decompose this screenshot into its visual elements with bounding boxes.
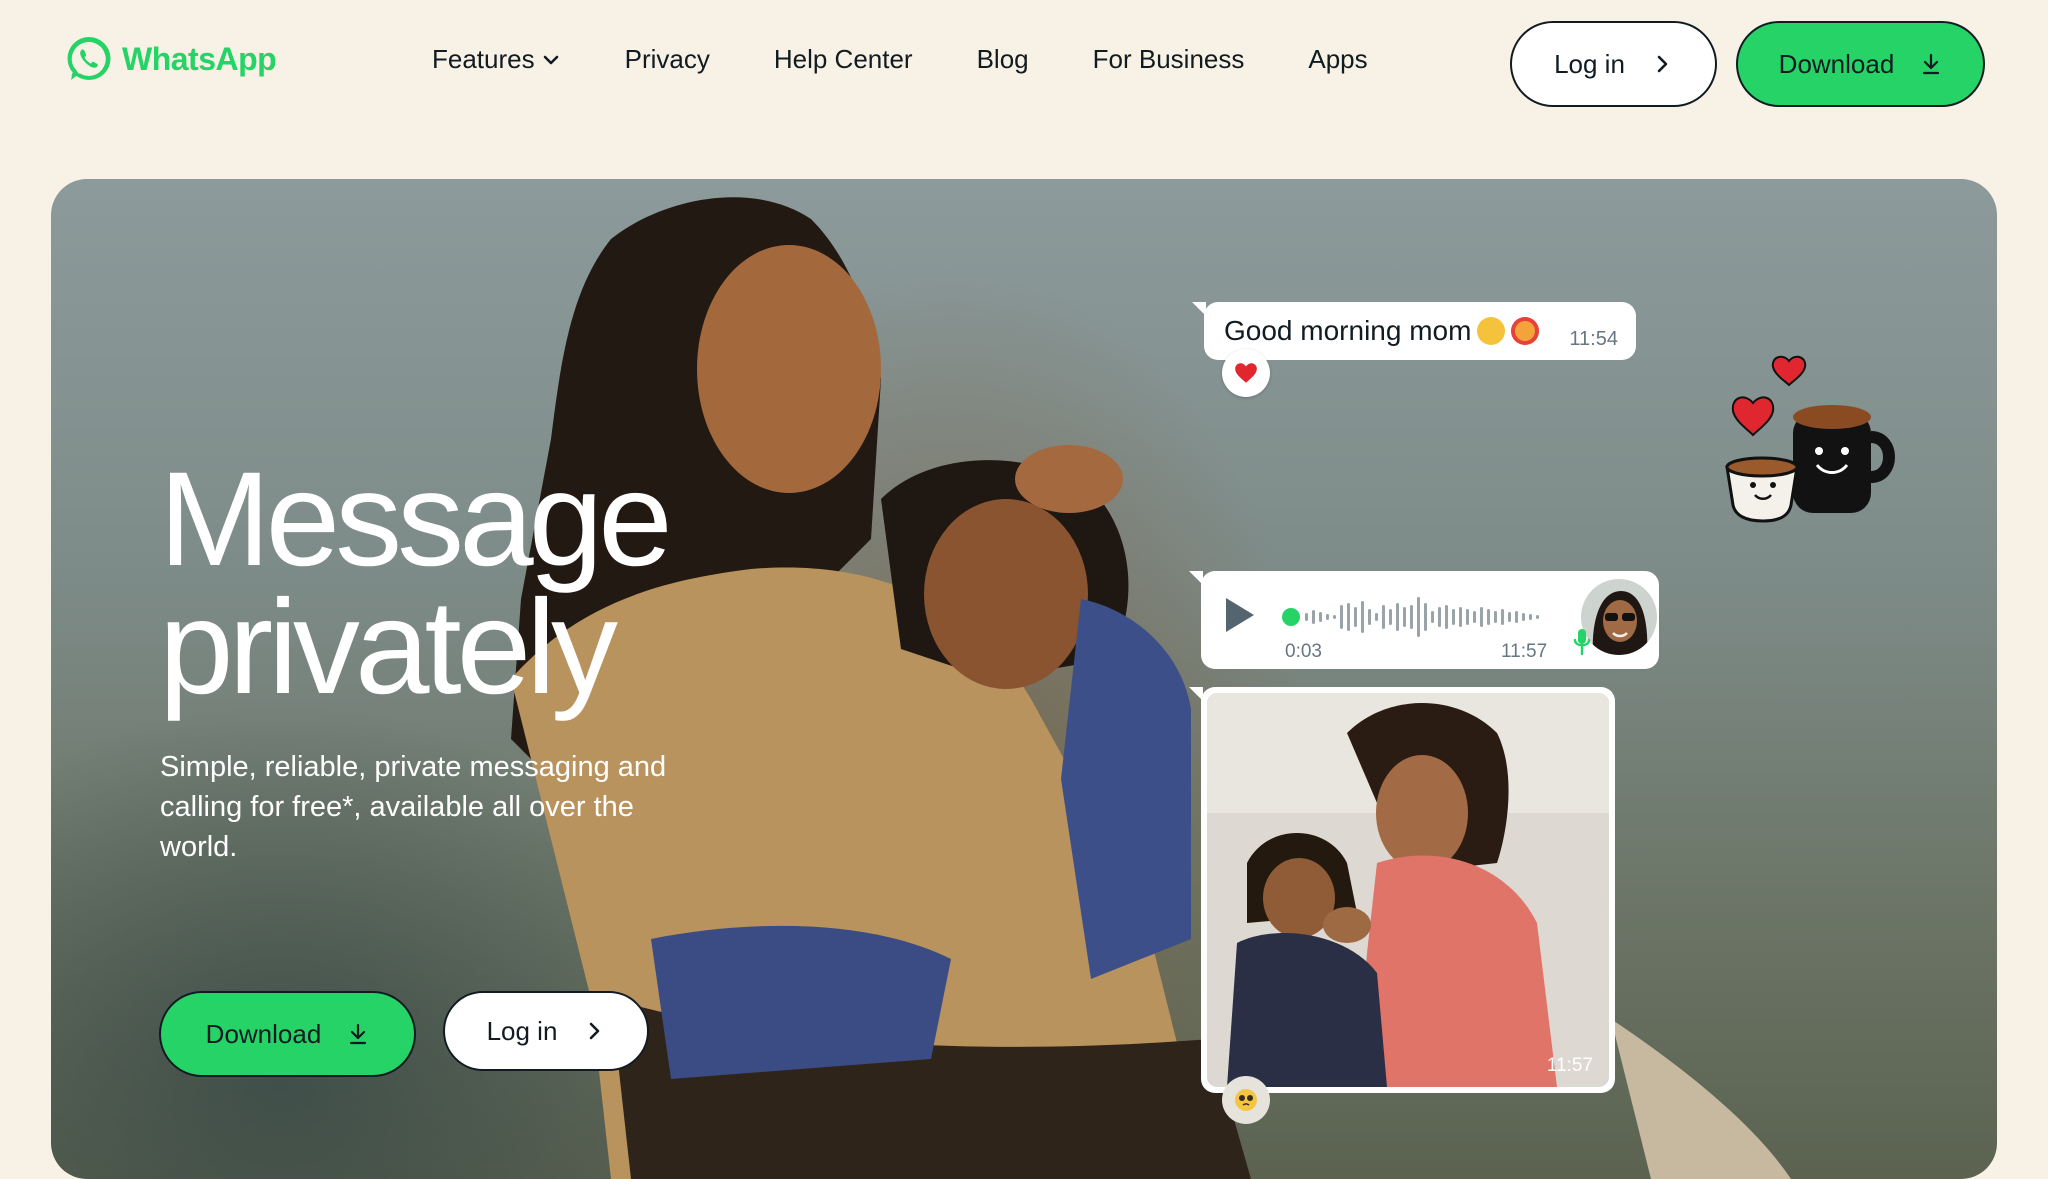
hero-title-line-2: privately: [159, 573, 618, 722]
top-navigation: WhatsApp Features Privacy Help Center Bl…: [0, 0, 2048, 125]
nav-link-blog[interactable]: Blog: [977, 44, 1029, 75]
hero-title: Message privately: [159, 445, 673, 722]
photo-message-time: 11:57: [1546, 1055, 1593, 1076]
voice-waveform[interactable]: [1305, 593, 1545, 641]
hero-section: Message privately Simple, reliable, priv…: [51, 179, 1997, 1179]
message-reaction[interactable]: [1222, 349, 1270, 397]
voice-message-time: 11:57: [1501, 641, 1548, 662]
chat-message-text: Good morning mom: [1224, 315, 1472, 346]
whatsapp-logo-icon: [67, 37, 111, 80]
smiling-hearts-emoji-icon: [1511, 317, 1540, 345]
pleading-face-icon: [1235, 1089, 1257, 1111]
sender-avatar: [1581, 579, 1657, 655]
header-download-button[interactable]: Download: [1736, 21, 1985, 107]
chevron-right-icon: [1657, 55, 1668, 73]
nav-link-help-center[interactable]: Help Center: [774, 44, 913, 75]
hero-title-line-1: Message: [159, 445, 673, 594]
nav-link-features-label: Features: [432, 44, 535, 74]
shared-photo-image: [1207, 693, 1609, 1087]
hero-download-label: Download: [205, 1018, 322, 1049]
chevron-down-icon: [543, 55, 558, 64]
download-arrow-icon: [1923, 53, 1940, 75]
shared-photo[interactable]: 11:57: [1207, 693, 1609, 1087]
voice-progress-handle[interactable]: [1282, 608, 1300, 626]
whatsapp-logo[interactable]: WhatsApp: [64, 34, 277, 84]
header-login-button[interactable]: Log in: [1510, 21, 1717, 107]
chat-message-bubble: Good morning mom 11:54: [1192, 302, 1636, 360]
chevron-right-icon: [590, 1022, 600, 1040]
main-menu: Features Privacy Help Center Blog For Bu…: [432, 44, 1368, 75]
hero-login-button[interactable]: Log in: [443, 991, 649, 1071]
nav-link-features[interactable]: Features: [432, 44, 561, 75]
photo-message-bubble[interactable]: 11:57: [1189, 687, 1615, 1093]
hero-subtitle: Simple, reliable, private messaging and …: [160, 751, 667, 863]
voice-message-bubble: 0:03 11:57: [1189, 571, 1659, 669]
photo-reaction[interactable]: [1222, 1076, 1270, 1124]
nav-link-apps[interactable]: Apps: [1308, 44, 1367, 75]
sender-avatar-image: [1581, 579, 1657, 655]
chat-message-time: 11:54: [1569, 328, 1618, 350]
microphone-icon: [1573, 629, 1591, 656]
coffee-cups-sticker: [1725, 355, 1895, 523]
hero-login-label: Log in: [486, 1015, 558, 1046]
logo-wordmark: WhatsApp: [122, 40, 277, 77]
heart-icon: [1235, 363, 1257, 383]
header-download-label: Download: [1778, 48, 1895, 79]
header-login-label: Log in: [1554, 48, 1625, 79]
hero-download-button[interactable]: Download: [159, 991, 416, 1077]
hugging-face-emoji-icon: [1477, 317, 1506, 345]
download-arrow-icon: [350, 1023, 367, 1045]
play-icon[interactable]: [1223, 595, 1257, 635]
nav-link-privacy[interactable]: Privacy: [625, 44, 710, 75]
voice-duration: 0:03: [1285, 641, 1322, 662]
nav-link-for-business[interactable]: For Business: [1093, 44, 1245, 75]
